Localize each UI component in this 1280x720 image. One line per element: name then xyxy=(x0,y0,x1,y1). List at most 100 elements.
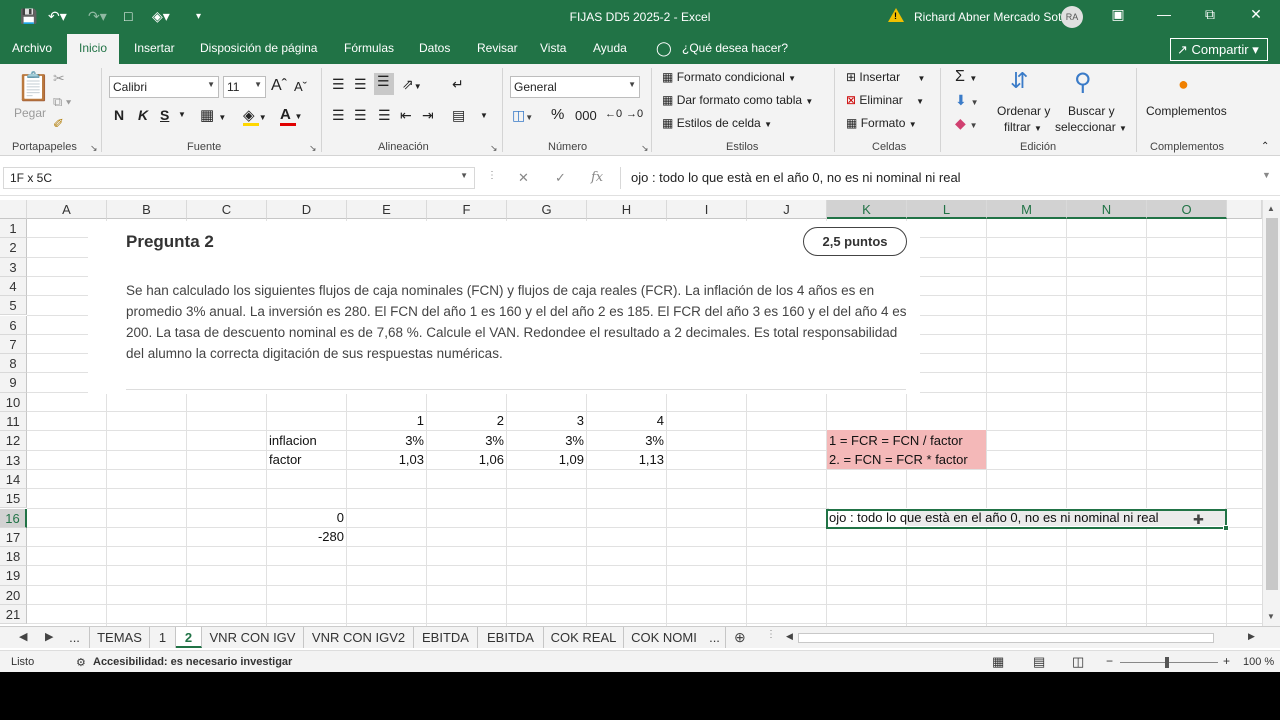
formula-input[interactable]: ojo : todo lo que està en el año 0, no e… xyxy=(620,167,1276,189)
sort-filter-label-2[interactable]: filtrar ▼ xyxy=(1004,120,1042,134)
col-header-a[interactable]: A xyxy=(27,200,107,219)
tab-revisar[interactable]: Revisar xyxy=(477,41,518,55)
fill-handle[interactable] xyxy=(1223,525,1229,531)
tab-disposicion[interactable]: Disposición de página xyxy=(200,41,317,55)
paste-button[interactable]: Pegar xyxy=(14,106,46,120)
row-header-11[interactable]: 11 xyxy=(0,412,27,432)
wrap-text-icon[interactable]: ↵ xyxy=(452,76,464,93)
increase-indent-icon[interactable]: ⇥ xyxy=(422,107,434,124)
col-header-p[interactable] xyxy=(1227,200,1262,219)
sheet-tab-ebitda-2[interactable]: EBITDA xyxy=(478,627,544,648)
cell-e13[interactable]: 1,03 xyxy=(347,450,427,469)
undo-icon[interactable]: ↶▾ xyxy=(48,8,67,25)
row-header-7[interactable]: 7 xyxy=(0,334,27,355)
number-launcher-icon[interactable]: ↘ xyxy=(641,143,649,154)
format-as-table-button[interactable]: ▦ Dar formato como tabla ▼ xyxy=(662,93,813,107)
delete-cells-button[interactable]: ⊠ Eliminar ▼ xyxy=(846,93,924,107)
zoom-out-icon[interactable]: − xyxy=(1106,654,1113,668)
redo-icon[interactable]: ↷▾ xyxy=(88,8,107,25)
align-bottom-icon[interactable]: ☰ xyxy=(374,73,394,95)
clipboard-launcher-icon[interactable]: ↘ xyxy=(90,143,98,154)
autosum-icon[interactable]: Σ ▼ xyxy=(955,68,977,86)
cut-icon[interactable]: ✂ xyxy=(53,70,65,87)
row-header-3[interactable]: 3 xyxy=(0,257,27,277)
tab-insertar[interactable]: Insertar xyxy=(134,41,175,55)
sheet-tab-more-right[interactable]: ... xyxy=(704,627,726,648)
zoom-slider-thumb[interactable] xyxy=(1165,657,1169,668)
select-all-corner[interactable] xyxy=(0,200,27,219)
scroll-right-icon[interactable]: ▶ xyxy=(1248,631,1255,642)
accessibility-status[interactable]: Accesibilidad: es necesario investigar xyxy=(93,656,292,668)
row-header-6[interactable]: 6 xyxy=(0,315,27,335)
user-name[interactable]: Richard Abner Mercado Soto xyxy=(914,10,1068,24)
row-header-16[interactable]: 16 xyxy=(0,508,27,528)
number-format-combo[interactable]: General ▼ xyxy=(510,76,640,98)
page-break-icon[interactable]: ◫ xyxy=(1072,654,1084,670)
decrease-decimal-icon[interactable]: →0 xyxy=(626,108,643,120)
new-file-icon[interactable]: □ xyxy=(124,8,132,24)
normal-view-icon[interactable]: ▦ xyxy=(992,654,1004,670)
tab-formulas[interactable]: Fórmulas xyxy=(344,41,394,55)
name-box[interactable]: 1F x 5C ▼ xyxy=(3,167,475,189)
fill-down-icon[interactable]: ⬇ ▼ xyxy=(955,92,979,109)
row-header-10[interactable]: 10 xyxy=(0,392,27,412)
col-header-n[interactable]: N xyxy=(1067,200,1147,219)
alignment-launcher-icon[interactable]: ↘ xyxy=(490,143,498,154)
tab-inicio[interactable]: Inicio xyxy=(67,34,120,64)
sheet-tab-1[interactable]: 1 xyxy=(150,627,176,648)
collapse-ribbon-icon[interactable]: ⌃ xyxy=(1261,141,1269,152)
font-size-combo[interactable]: 11 ▼ xyxy=(223,76,266,98)
fill-color-button-icon[interactable]: ◈ ▼ xyxy=(243,106,267,124)
cell-f11[interactable]: 2 xyxy=(427,411,507,430)
sheet-tab-vnr-con-igv2[interactable]: VNR CON IGV2 xyxy=(304,627,414,648)
underline-button[interactable]: S xyxy=(160,107,169,123)
zoom-in-icon[interactable]: + xyxy=(1223,654,1230,668)
add-sheet-icon[interactable]: ⊕ xyxy=(734,629,746,646)
cell-e11[interactable]: 1 xyxy=(347,411,427,430)
selection-border[interactable] xyxy=(826,509,1229,531)
tab-split-handle-icon[interactable]: ⋮ xyxy=(766,629,776,640)
col-header-b[interactable]: B xyxy=(107,200,187,219)
align-top-icon[interactable]: ☰ xyxy=(332,76,345,93)
question-picture[interactable]: Pregunta 2 2,5 puntos Se han calculado l… xyxy=(88,221,920,394)
cell-d16[interactable]: 0 xyxy=(267,508,347,527)
vertical-scrollbar[interactable]: ▲ ▼ xyxy=(1262,200,1280,626)
increase-font-icon[interactable]: Aˆ xyxy=(271,77,287,95)
find-select-button[interactable]: Buscar y xyxy=(1068,104,1115,118)
copy-icon[interactable]: ⧉ ▾ xyxy=(53,94,71,110)
sheet-tab-cok-nomi[interactable]: COK NOMI xyxy=(624,627,704,648)
cell-f13[interactable]: 1,06 xyxy=(427,450,507,469)
font-color-icon[interactable]: A ▼ xyxy=(280,106,302,123)
expand-formula-bar-icon[interactable]: ▼ xyxy=(1262,170,1271,180)
sheet-tab-more-left[interactable]: ... xyxy=(60,627,90,648)
cell-f12[interactable]: 3% xyxy=(427,431,507,450)
row-header-15[interactable]: 15 xyxy=(0,489,27,509)
customize-icon[interactable]: ▾ xyxy=(196,11,201,22)
align-middle-icon[interactable]: ☰ xyxy=(354,76,367,93)
addins-icon[interactable]: ● xyxy=(1178,74,1189,95)
align-right-icon[interactable]: ☰ xyxy=(378,107,391,124)
paste-icon[interactable]: 📋 xyxy=(16,70,51,103)
col-header-i[interactable]: I xyxy=(667,200,747,219)
cell-k12[interactable]: 1 = FCR = FCN / factor xyxy=(829,431,987,450)
sheet-tab-temas[interactable]: TEMAS xyxy=(90,627,150,648)
increase-decimal-icon[interactable]: ←0 xyxy=(605,108,622,120)
cell-g13[interactable]: 1,09 xyxy=(507,450,587,469)
ribbon-display-icon[interactable]: ▣ xyxy=(1103,6,1133,23)
font-name-combo[interactable]: Calibri ▼ xyxy=(109,76,219,98)
insert-cells-button[interactable]: ⊞ Insertar ▼ xyxy=(846,70,925,84)
cell-e12[interactable]: 3% xyxy=(347,431,427,450)
row-header-18[interactable]: 18 xyxy=(0,547,27,567)
scroll-up-icon[interactable]: ▲ xyxy=(1267,204,1275,213)
cell-d12[interactable]: inflacion xyxy=(269,431,347,450)
tab-ayuda[interactable]: Ayuda xyxy=(593,41,627,55)
cell-d13[interactable]: factor xyxy=(269,450,347,469)
percent-icon[interactable]: % xyxy=(551,106,564,123)
sheet-tab-2[interactable]: 2 xyxy=(176,627,202,648)
col-header-m[interactable]: M xyxy=(987,200,1067,219)
next-sheet-icon[interactable]: ▶ xyxy=(45,630,53,643)
save-icon[interactable]: 💾 xyxy=(20,8,37,25)
row-header-13[interactable]: 13 xyxy=(0,450,27,470)
cancel-icon[interactable]: ✕ xyxy=(518,170,529,186)
row-header-20[interactable]: 20 xyxy=(0,585,27,605)
